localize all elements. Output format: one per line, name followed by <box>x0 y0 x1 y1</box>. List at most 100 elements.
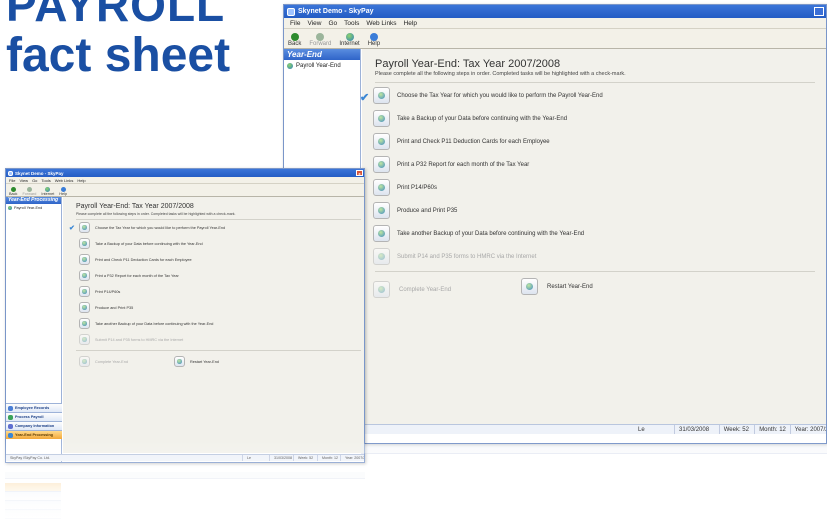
nav-employee-records[interactable]: Employee Records <box>6 403 62 412</box>
nav-company-information[interactable]: Company Information <box>6 421 62 430</box>
task-label: Print a P32 Report for each month of the… <box>397 161 530 168</box>
menu-file[interactable]: File <box>9 178 15 183</box>
calendar-icon <box>373 87 390 104</box>
report-icon <box>79 270 90 281</box>
forward-arrow-icon <box>316 33 325 41</box>
print-icon <box>373 179 390 196</box>
menu-help[interactable]: Help <box>77 178 85 183</box>
reflection-nav-row <box>5 483 61 492</box>
close-button[interactable]: x <box>356 170 363 176</box>
menu-tools[interactable]: Tools <box>344 20 359 27</box>
complete-label: Complete Year-End <box>399 286 452 293</box>
title-bar: Skynet Demo - SkyPay <box>284 5 826 18</box>
task-label: Take another Backup of your Data before … <box>95 321 214 326</box>
app-icon <box>287 7 295 16</box>
page-subtitle: Please complete all the following steps … <box>76 212 236 216</box>
task-choose-tax-year[interactable]: Choose the Tax Year for which you would … <box>79 222 225 233</box>
sidebar-header: Year-End Processing <box>6 197 61 204</box>
task-submit-hmrc[interactable]: Submit P14 and P35 forms to HMRC via the… <box>79 334 183 345</box>
sidebar-item-payroll-year-end[interactable]: Payroll Year-End <box>6 204 61 211</box>
help-button[interactable]: Help <box>59 187 67 196</box>
reflection-nav-row <box>5 501 61 510</box>
checkmark-icon: ✔ <box>69 225 75 232</box>
page-title: Payroll Year-End: Tax Year 2007/2008 <box>375 58 561 70</box>
sidebar-item-label: Payroll Year-End <box>14 205 43 210</box>
menu-go[interactable]: Go <box>32 178 37 183</box>
task-label: Print P14/P60s <box>397 184 438 191</box>
document-icon <box>373 202 390 219</box>
menu-view[interactable]: View <box>19 178 28 183</box>
nav-pane: Employee Records Process Payroll Company… <box>6 403 62 439</box>
toolbar: Back Forward Internet Help <box>284 29 826 49</box>
forward-button[interactable]: Forward <box>309 33 331 47</box>
task-backup-again[interactable]: Take another Backup of your Data before … <box>373 225 584 242</box>
sidebar: Year-End Processing Payroll Year-End Emp… <box>6 197 62 462</box>
status-week: Week: 52 <box>294 455 318 461</box>
task-backup-again[interactable]: Take another Backup of your Data before … <box>79 318 213 329</box>
help-button[interactable]: Help <box>368 33 380 47</box>
back-label: Back <box>9 192 18 196</box>
year-end-panel: Payroll Year-End: Tax Year 2007/2008 Ple… <box>63 197 364 453</box>
back-button[interactable]: Back <box>288 33 301 47</box>
report-icon <box>373 156 390 173</box>
task-label: Choose the Tax Year for which you would … <box>397 92 603 99</box>
task-choose-tax-year[interactable]: Choose the Tax Year for which you would … <box>373 87 603 104</box>
restart-year-end-button[interactable]: Restart Year-End <box>174 356 219 367</box>
forward-button[interactable]: Forward <box>22 187 36 196</box>
task-print-p14-p60[interactable]: Print P14/P60s <box>79 286 120 297</box>
nav-process-payroll[interactable]: Process Payroll <box>6 412 62 421</box>
menu-tools[interactable]: Tools <box>41 178 50 183</box>
task-print-p32[interactable]: Print a P32 Report for each month of the… <box>373 156 529 173</box>
status-user: Le <box>243 455 270 461</box>
task-label: Take another Backup of your Data before … <box>397 230 585 237</box>
reflection-status <box>5 472 365 479</box>
task-print-p32[interactable]: Print a P32 Report for each month of the… <box>79 270 179 281</box>
internet-button[interactable]: Internet <box>339 33 360 47</box>
title-bar: Skynet Demo - SkyPay x <box>6 169 364 177</box>
internet-button[interactable]: Internet <box>41 187 54 196</box>
year-end-icon <box>8 432 13 438</box>
task-produce-p35[interactable]: Produce and Print P35 <box>373 202 457 219</box>
menu-view[interactable]: View <box>307 20 321 27</box>
menu-go[interactable]: Go <box>328 20 337 27</box>
complete-icon <box>79 356 90 367</box>
backup-icon <box>79 238 90 249</box>
nav-year-end-processing[interactable]: Year-End Processing <box>6 430 62 439</box>
menu-web-links[interactable]: Web Links <box>366 20 396 27</box>
complete-year-end-button[interactable]: Complete Year-End <box>373 281 451 298</box>
help-label: Help <box>59 192 68 196</box>
menu-bar: File View Go Tools Web Links Help <box>284 18 826 29</box>
year-end-panel: Payroll Year-End: Tax Year 2007/2008 Ple… <box>360 49 826 424</box>
print-icon <box>373 133 390 150</box>
status-user: Le <box>634 425 676 434</box>
reflection-nav-row <box>5 492 61 501</box>
internet-submit-icon <box>373 248 390 265</box>
restart-year-end-button[interactable]: Restart Year-End <box>521 278 593 295</box>
help-label: Help <box>367 41 381 47</box>
status-year: Year: 2007/2008 <box>791 425 826 434</box>
back-button[interactable]: Back <box>9 187 17 196</box>
status-week: Week: 52 <box>720 425 756 434</box>
reflection-nav-row <box>5 510 61 519</box>
menu-file[interactable]: File <box>290 20 300 27</box>
backup-icon <box>79 318 90 329</box>
task-backup-data[interactable]: Take a Backup of your Data before contin… <box>373 110 567 127</box>
task-print-p11[interactable]: Print and Check P11 Deduction Cards for … <box>79 254 192 265</box>
task-backup-data[interactable]: Take a Backup of your Data before contin… <box>79 238 203 249</box>
menu-help[interactable]: Help <box>404 20 417 27</box>
globe-icon <box>8 205 12 210</box>
task-print-p11[interactable]: Print and Check P11 Deduction Cards for … <box>373 133 550 150</box>
menu-web-links[interactable]: Web Links <box>55 178 74 183</box>
task-print-p14-p60[interactable]: Print P14/P60s <box>373 179 437 196</box>
forward-label: Forward <box>22 192 37 196</box>
task-submit-hmrc[interactable]: Submit P14 and P35 forms to HMRC via the… <box>373 248 536 265</box>
print-icon <box>79 254 90 265</box>
maximize-button[interactable] <box>814 7 824 16</box>
company-icon <box>8 423 13 429</box>
task-label: Submit P14 and P35 forms to HMRC via the… <box>397 253 537 260</box>
window-reflection-back <box>361 444 827 484</box>
task-label: Print and Check P11 Deduction Cards for … <box>397 138 550 145</box>
complete-year-end-button[interactable]: Complete Year-End <box>79 356 128 367</box>
checkmark-icon: ✔ <box>360 92 370 104</box>
task-produce-p35[interactable]: Produce and Print P35 <box>79 302 133 313</box>
